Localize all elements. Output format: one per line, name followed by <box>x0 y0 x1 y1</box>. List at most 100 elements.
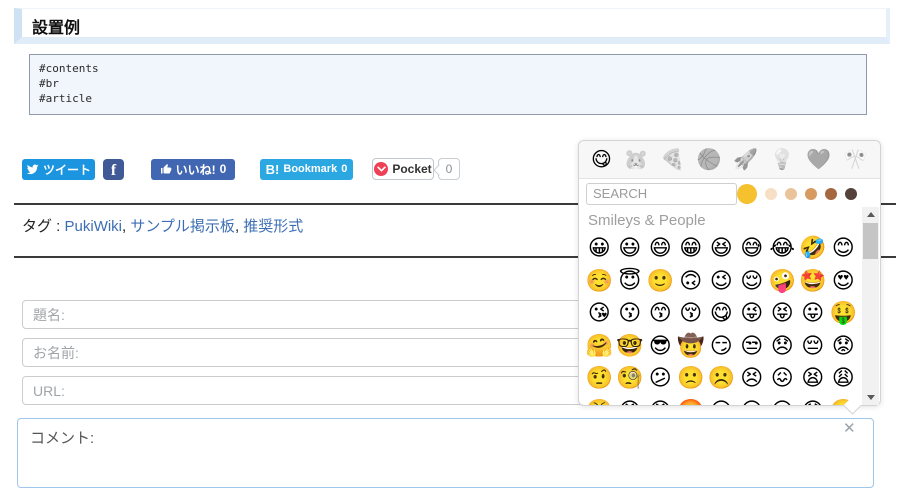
emoji-cell[interactable]: 😃 <box>615 233 646 266</box>
emoji-cell[interactable]: ☹️ <box>706 363 737 396</box>
skin-tone-swatch[interactable] <box>765 187 777 200</box>
emoji-cell[interactable]: 🤠 <box>676 331 707 364</box>
skin-tone-swatch[interactable] <box>805 187 817 200</box>
emoji-cell[interactable]: 😂 <box>767 233 798 266</box>
emoji-cell[interactable]: 😶 <box>706 396 737 405</box>
emoji-cell[interactable]: 😅 <box>737 233 768 266</box>
emoji-cell[interactable]: 😫 <box>798 363 829 396</box>
emoji-cell[interactable]: 🤓 <box>615 331 646 364</box>
emoji-cell[interactable]: 😘 <box>584 298 615 331</box>
emoji-search-input[interactable] <box>586 182 737 205</box>
emoji-cell[interactable]: 🙂 <box>645 266 676 299</box>
emoji-cell[interactable]: 😕 <box>645 363 676 396</box>
emoji-cell[interactable]: 😗 <box>615 298 646 331</box>
like-button-label: いいね! <box>175 162 216 177</box>
emoji-picker-panel: 😋 🐹 🍕 🏀 🚀 💡 ❤️ 🎌 Smileys & People 😀😃😄😁😆😅😂🤣😊 ☺️😇🙂… <box>578 140 881 406</box>
category-objects-icon[interactable]: 💡 <box>770 150 795 170</box>
hatena-count: 0 <box>341 163 348 175</box>
facebook-like-button[interactable]: いいね! 0 <box>151 158 235 180</box>
scroll-up-icon[interactable] <box>862 207 879 222</box>
close-icon[interactable]: ✕ <box>843 419 856 437</box>
category-travel-places-icon[interactable]: 🚀 <box>733 150 758 170</box>
hatena-bookmark-button[interactable]: B! Bookmark 0 <box>260 158 353 180</box>
emoji-cell[interactable]: 😩 <box>828 363 859 396</box>
emoji-cell[interactable]: 😏 <box>706 331 737 364</box>
emoji-cell[interactable]: 😠 <box>615 396 646 405</box>
category-symbols-icon[interactable]: ❤️ <box>806 150 831 170</box>
emoji-cell[interactable]: 😞 <box>767 331 798 364</box>
tag-links: PukiWiki, サンプル掲示板, 推奨形式 <box>64 218 304 235</box>
scroll-down-icon[interactable] <box>862 390 879 405</box>
wiki-source-code: #contents #br #article <box>29 54 867 115</box>
category-food-drink-icon[interactable]: 🍕 <box>660 150 685 170</box>
emoji-cell[interactable]: 😚 <box>676 298 707 331</box>
emoji-cell[interactable]: 😒 <box>737 331 768 364</box>
emoji-cell[interactable]: 😎 <box>645 331 676 364</box>
emoji-cell[interactable]: 😋 <box>706 298 737 331</box>
skin-tone-picker <box>737 183 879 204</box>
tag-link[interactable]: PukiWiki <box>65 218 123 235</box>
emoji-cell[interactable]: 🤣 <box>798 233 829 266</box>
emoji-cell[interactable]: 🤪 <box>767 266 798 299</box>
emoji-scroll-area: Smileys & People 😀 😃 😄 😁 😆 😅 😂 🤣 😊 ☺️ 😇 🙂 🙃 😉 😌 🤪 🤩 😍 😘 😗 😙 😚… <box>579 207 863 405</box>
emoji-cell[interactable]: 😜 <box>737 298 768 331</box>
emoji-cell[interactable]: 😄 <box>645 233 676 266</box>
category-flags-icon[interactable]: 🎌 <box>843 150 868 170</box>
emoji-cell[interactable]: 😖 <box>767 363 798 396</box>
emoji-cell[interactable]: 🙃 <box>676 266 707 299</box>
emoji-cell[interactable]: 😟 <box>828 331 859 364</box>
emoji-cell[interactable]: 😯 <box>798 396 829 405</box>
emoji-cell[interactable]: 🤑 <box>828 298 859 331</box>
tag-label: タグ : <box>22 218 61 235</box>
share-button-row: ツイート f いいね! 0 B! Bookmark 0 Pocket 0 <box>22 158 460 180</box>
pocket-save-button[interactable]: Pocket <box>372 158 434 180</box>
skin-tone-swatch[interactable] <box>785 187 797 200</box>
emoji-cell[interactable]: 😑 <box>767 396 798 405</box>
emoji-cell[interactable]: 😛 <box>798 298 829 331</box>
tweet-button[interactable]: ツイート <box>22 158 95 180</box>
like-count: 0 <box>219 162 227 176</box>
emoji-cell[interactable]: 😙 <box>645 298 676 331</box>
emoji-cell[interactable]: 😝 <box>767 298 798 331</box>
emoji-cell[interactable]: 😐 <box>737 396 768 405</box>
emoji-cell[interactable]: 😉 <box>706 266 737 299</box>
emoji-cell[interactable]: 😁 <box>676 233 707 266</box>
scrollbar-thumb[interactable] <box>863 223 878 259</box>
emoji-cell[interactable]: 😤 <box>584 396 615 405</box>
pocket-label: Pocket <box>392 162 432 176</box>
emoji-cell[interactable]: 😣 <box>737 363 768 396</box>
tag-link[interactable]: サンプル掲示板 <box>130 218 235 235</box>
emoji-cell[interactable]: 😆 <box>706 233 737 266</box>
emoji-search-row <box>579 180 880 207</box>
emoji-cell[interactable]: 🤨 <box>584 363 615 396</box>
emoji-cell[interactable]: ☺️ <box>584 266 615 299</box>
emoji-cell[interactable]: 😀 <box>584 233 615 266</box>
emoji-cell[interactable]: 😌 <box>737 266 768 299</box>
twitter-bird-icon <box>26 163 39 174</box>
facebook-share-button[interactable]: f <box>103 158 124 180</box>
emoji-cell[interactable]: 😔 <box>798 331 829 364</box>
emoji-cell[interactable]: 😇 <box>615 266 646 299</box>
skin-tone-swatch[interactable] <box>845 187 857 200</box>
hatena-label: Bookmark <box>283 163 338 175</box>
thumbs-up-icon <box>160 164 172 174</box>
emoji-cell[interactable]: 😍 <box>828 266 859 299</box>
skin-tone-swatch[interactable] <box>825 187 837 200</box>
emoji-category-bar: 😋 🐹 🍕 🏀 🚀 💡 ❤️ 🎌 <box>579 141 880 179</box>
scrollbar[interactable] <box>862 207 879 405</box>
emoji-cell[interactable]: 🧐 <box>615 363 646 396</box>
tag-link[interactable]: 推奨形式 <box>243 218 303 235</box>
category-smileys-people-icon[interactable]: 😋 <box>591 150 612 170</box>
emoji-cell[interactable]: 😊 <box>828 233 859 266</box>
skin-tone-swatch[interactable] <box>737 183 757 204</box>
emoji-cell[interactable]: 🤬 <box>676 396 707 405</box>
emoji-cell[interactable]: 🤩 <box>798 266 829 299</box>
emoji-cell[interactable]: 🙁 <box>676 363 707 396</box>
emoji-cell[interactable]: 🤗 <box>584 331 615 364</box>
pocket-count-bubble: 0 <box>438 158 460 180</box>
category-activity-icon[interactable]: 🏀 <box>697 150 722 170</box>
page-title: 設置例 <box>14 8 890 44</box>
emoji-cell[interactable]: 😡 <box>645 396 676 405</box>
emoji-section-title: Smileys & People <box>588 212 706 229</box>
category-animals-nature-icon[interactable]: 🐹 <box>624 150 649 170</box>
